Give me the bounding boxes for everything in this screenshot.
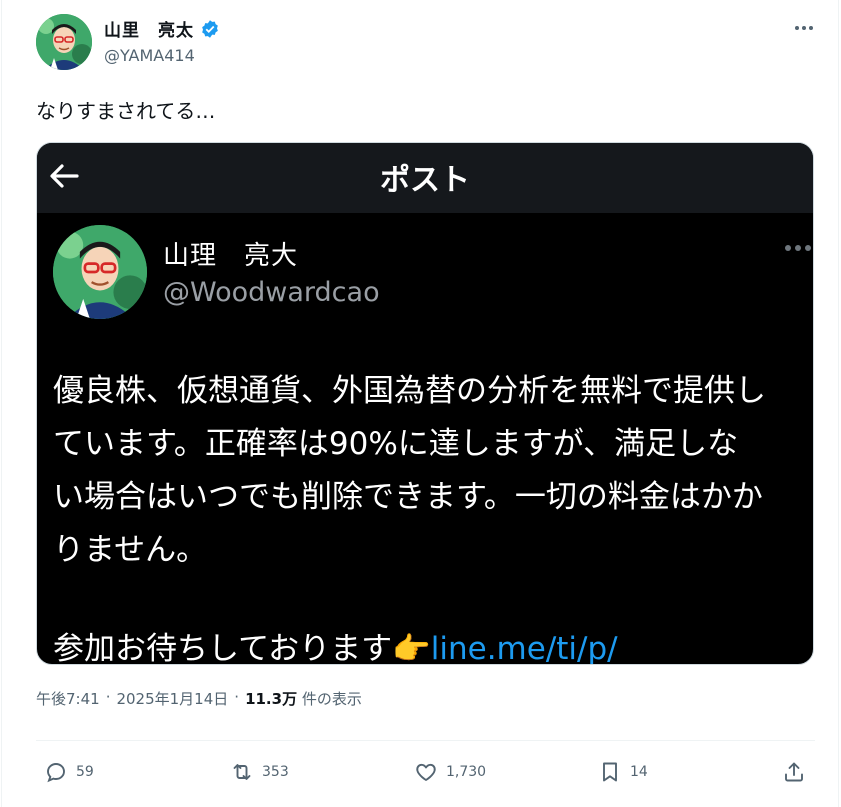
author-display-name[interactable]: 山里 亮太 [104,16,194,41]
embedded-closing-text: 参加お待ちしております [53,631,393,665]
embedded-header-title: ポスト [380,163,470,198]
embedded-avatar-illustration [53,225,147,319]
embedded-fake-name: 山理 亮大 [163,241,299,271]
tweet-date[interactable]: 2025年1月14日 [116,688,228,709]
reply-count: 59 [76,764,94,780]
share-icon [785,762,803,782]
view-count-label: 件の表示 [301,690,362,708]
embedded-avatar [53,225,147,319]
like-button[interactable]: 1,730 [414,760,486,784]
verified-badge-icon [202,19,218,38]
author-handle[interactable]: @YAMA414 [104,46,195,65]
more-icon[interactable] [791,18,817,38]
bookmark-count: 14 [630,764,648,780]
avatar-illustration [36,14,92,70]
meta-separator: · [105,688,111,706]
bookmark-button[interactable]: 14 [598,760,648,784]
tweet-text: なりすまされてる… [36,99,216,123]
tweet-media-image[interactable]: ポスト 山理 亮大 @Woodwardcao 優良株、仮想通貨、外国為替の分析を… [36,142,814,665]
share-button[interactable] [782,760,806,784]
pointing-hand-emoji: 👉 [392,631,431,665]
embedded-fake-handle: @Woodwardcao [163,277,380,308]
tweet-time[interactable]: 午後7:41 [36,688,100,709]
divider [36,740,815,741]
embedded-closing-line: 参加お待ちしております👉line.me/ti/p/ [53,623,618,665]
embedded-link: line.me/ti/p/ [430,631,618,665]
like-icon [416,763,436,781]
reply-button[interactable]: 59 [44,760,94,784]
repost-icon [233,764,251,780]
embedded-more-icon [785,245,811,251]
embedded-body-text: 優良株、仮想通貨、外国為替の分析を無料で提供し ています。正確率は90%に達しま… [53,373,766,568]
bookmark-icon [603,762,617,782]
author-name-row[interactable]: 山里 亮太 [104,16,220,41]
repost-button[interactable]: 353 [230,760,289,784]
like-count: 1,730 [446,764,487,780]
reply-icon [47,763,65,783]
view-count: 11.3万 [245,690,298,708]
repost-count: 353 [262,764,289,780]
author-avatar[interactable] [36,14,92,70]
tweet-meta: 午後7:41 · 2025年1月14日 · 11.3万 件の表示 [36,688,362,709]
timeline-border-right [838,0,839,807]
meta-separator: · [234,688,240,706]
timeline-border-left [1,0,2,807]
